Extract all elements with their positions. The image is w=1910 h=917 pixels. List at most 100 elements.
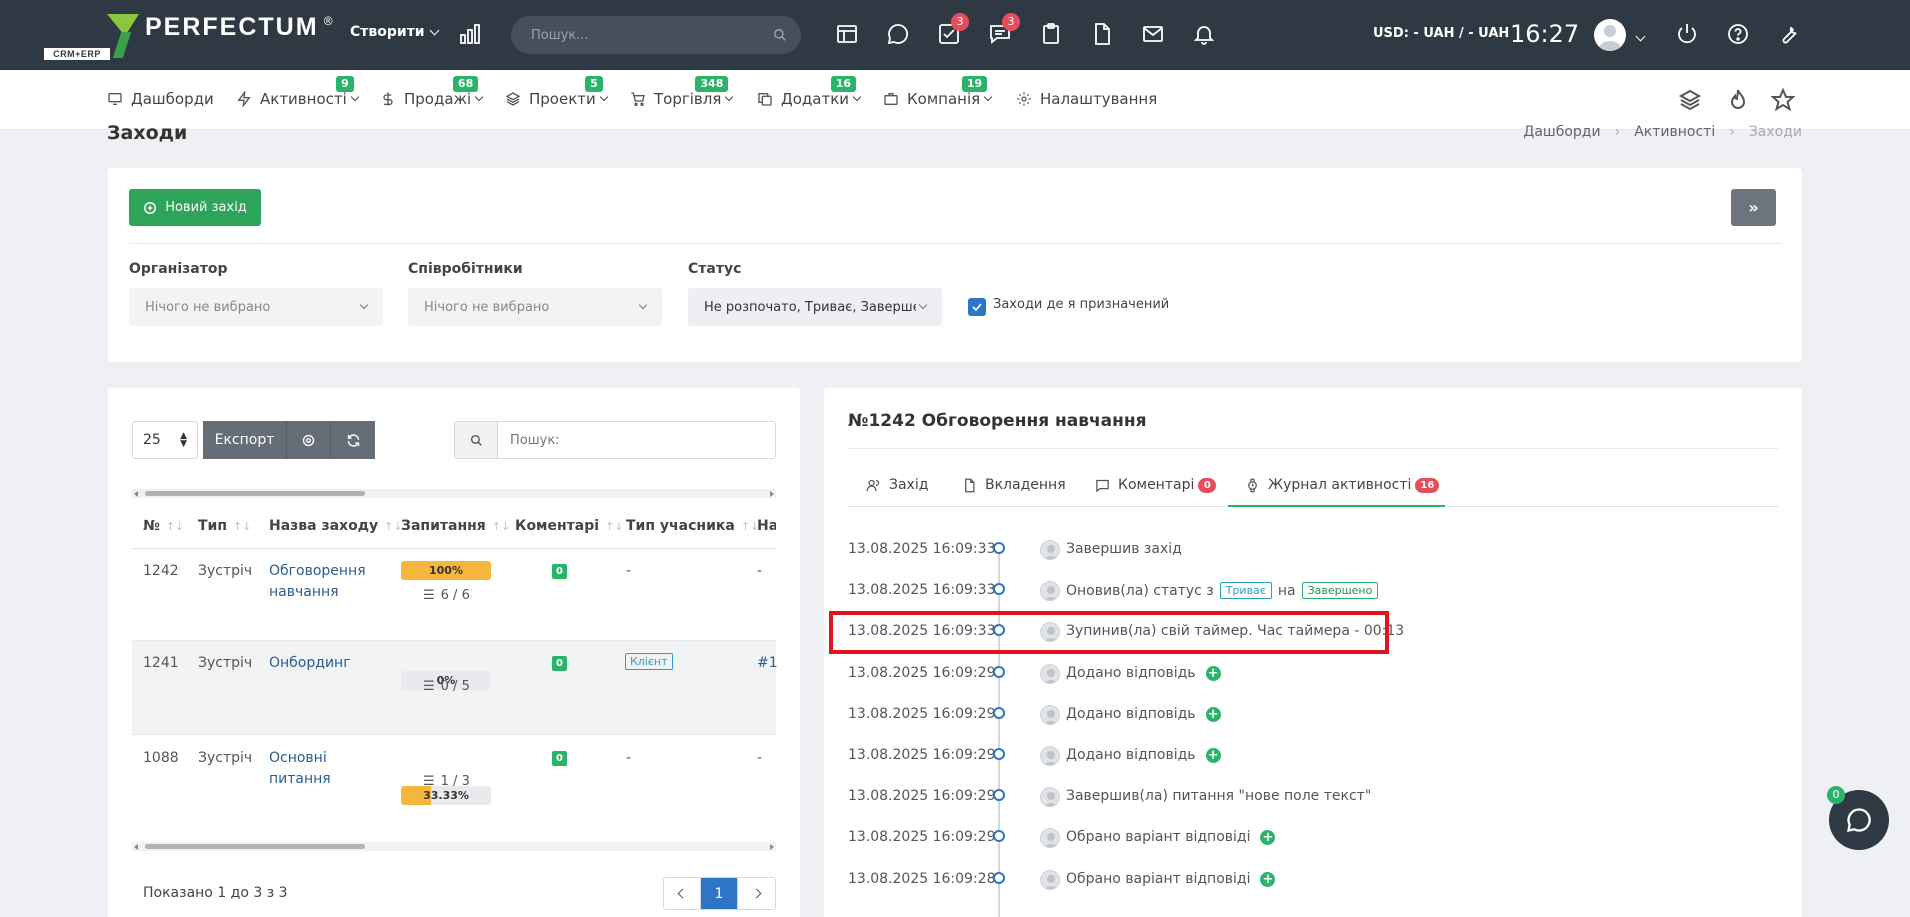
tab-activity-log[interactable]: Журнал активності 16 (1245, 477, 1440, 493)
progress-bar: 100% (401, 561, 491, 580)
star-icon[interactable] (1770, 87, 1796, 112)
search-icon (774, 29, 786, 41)
nav-projects[interactable]: Проекти 5 (505, 76, 609, 108)
expand-plus-icon[interactable]: + (1260, 871, 1276, 887)
timeline-dot (993, 789, 1005, 801)
timeline-date: 13.08.2025 16:09:29 (848, 829, 996, 845)
questions-count: ☰ 6 / 6 (423, 588, 470, 603)
timeline-date: 13.08.2025 16:09:28 (848, 871, 996, 887)
new-event-button[interactable]: Новий захід (129, 189, 261, 226)
file-icon[interactable] (1090, 22, 1114, 46)
top-search[interactable] (511, 16, 801, 54)
expand-plus-icon[interactable]: + (1205, 706, 1221, 722)
layers-toggle-icon[interactable] (1678, 88, 1702, 111)
assigned-checkbox[interactable] (968, 298, 986, 316)
nav-settings[interactable]: Налаштування (1016, 90, 1157, 108)
layout-icon[interactable] (835, 22, 859, 46)
nav-activities[interactable]: Активності 9 (236, 76, 360, 108)
create-label: Створити (350, 24, 425, 40)
prev-page-button[interactable] (664, 878, 701, 909)
timeline-text: Обрано варіант відповіді + (1066, 871, 1276, 887)
status-tag-from: Триває (1219, 582, 1272, 599)
tab-event[interactable]: Захід (866, 477, 928, 493)
user-menu-chevron[interactable] (1635, 28, 1646, 44)
stats-icon[interactable] (458, 22, 482, 46)
expand-plus-icon[interactable]: + (1205, 665, 1221, 681)
col-type[interactable]: Тип ↑↓ (198, 518, 251, 534)
status-select[interactable]: Не розпочато, Триває, Завершено (688, 288, 942, 326)
tab-comments[interactable]: Коментарі 0 (1095, 477, 1217, 493)
plus-circle-icon (144, 201, 157, 214)
event-name-link[interactable]: Онбординг (269, 653, 379, 674)
cell-participant: - (626, 750, 632, 766)
table-search[interactable] (454, 421, 776, 459)
refresh-button[interactable] (331, 421, 375, 459)
page-length-select[interactable]: 25 ▲ ▼ (132, 421, 198, 459)
employees-label: Співробітники (408, 261, 523, 277)
employees-select[interactable]: Нічого не вибрано (408, 288, 662, 326)
help-icon[interactable] (1726, 22, 1750, 46)
breadcrumb-item[interactable]: Дашборди (1523, 124, 1600, 140)
logo[interactable]: PERFECTUM ® (107, 14, 333, 58)
timeline-text: Додано відповідь + (1066, 665, 1221, 681)
file-icon (965, 478, 975, 492)
tasks-icon[interactable]: 3 (937, 13, 969, 46)
settings-button[interactable] (287, 421, 331, 459)
col-participant[interactable]: Тип учасника ↑↓ (626, 518, 759, 534)
avatar (1040, 746, 1060, 766)
col-comments[interactable]: Коментарі ↑↓ (515, 518, 624, 534)
tab-attachments[interactable]: Вкладення (962, 477, 1066, 493)
avatar (1040, 870, 1060, 890)
breadcrumb-item[interactable]: Активності (1634, 124, 1715, 140)
table-search-input[interactable] (498, 422, 775, 458)
timeline-dot (993, 666, 1005, 678)
timeline-dot (993, 748, 1005, 760)
event-name-link[interactable]: Обговорення навчання (269, 561, 379, 603)
nav-sales[interactable]: Продажі 68 (380, 76, 484, 108)
wrench-icon[interactable] (1777, 22, 1801, 46)
messages-icon[interactable]: 3 (988, 13, 1020, 46)
nav-dashboards[interactable]: Дашборди (107, 90, 214, 108)
lightning-icon (237, 91, 251, 107)
nav-badge: 9 (336, 76, 354, 92)
expand-plus-icon[interactable]: + (1205, 747, 1221, 763)
top-search-input[interactable] (531, 27, 773, 43)
clipboard-icon[interactable] (1039, 22, 1063, 46)
next-page-button[interactable] (738, 878, 775, 909)
export-button[interactable]: Експорт (203, 421, 287, 459)
col-extra[interactable]: На (757, 518, 776, 534)
check-icon (972, 303, 982, 312)
timeline-dot (993, 707, 1005, 719)
nav-apps[interactable]: Додатки 16 (757, 76, 862, 108)
briefcase-icon (884, 93, 898, 105)
col-name[interactable]: Назва заходу ↑↓ (269, 518, 403, 534)
nav-company[interactable]: Компанія 19 (883, 76, 993, 108)
table-scrollbar-top[interactable] (132, 489, 776, 498)
col-questions[interactable]: Запитання ↑↓ (401, 518, 510, 534)
chat-widget-button[interactable]: 0 (1827, 786, 1889, 850)
organizer-select[interactable]: Нічого не вибрано (129, 288, 383, 326)
breadcrumb: Дашборди › Активності › Заходи (1523, 124, 1802, 140)
mail-icon[interactable] (1141, 22, 1165, 46)
power-icon[interactable] (1675, 22, 1699, 46)
nav-trade[interactable]: Торгівля 348 (630, 76, 734, 108)
bell-icon[interactable] (1192, 22, 1216, 46)
tasks-badge: 3 (951, 13, 969, 31)
user-avatar[interactable] (1594, 19, 1626, 51)
chat-icon[interactable] (886, 22, 910, 46)
refresh-icon (347, 433, 359, 447)
cell-extra-link[interactable]: #1 (757, 653, 778, 674)
create-dropdown[interactable]: Створити (350, 24, 440, 40)
col-number[interactable]: № ↑↓ (143, 518, 184, 534)
page-button[interactable]: 1 (701, 878, 738, 909)
table-scrollbar-bottom[interactable] (132, 842, 776, 851)
page-title: Заходи (107, 122, 188, 144)
event-name-link[interactable]: Основні питання (269, 748, 379, 790)
fire-icon[interactable] (1726, 88, 1746, 109)
dollar-icon (383, 92, 393, 106)
timeline-dot (993, 872, 1005, 884)
detail-title: №1242 Обговорення навчання (848, 411, 1147, 431)
expand-plus-icon[interactable]: + (1260, 829, 1276, 845)
expand-filters-button[interactable]: » (1731, 189, 1776, 226)
questions-count: ☰ 0 / 5 (423, 679, 470, 694)
